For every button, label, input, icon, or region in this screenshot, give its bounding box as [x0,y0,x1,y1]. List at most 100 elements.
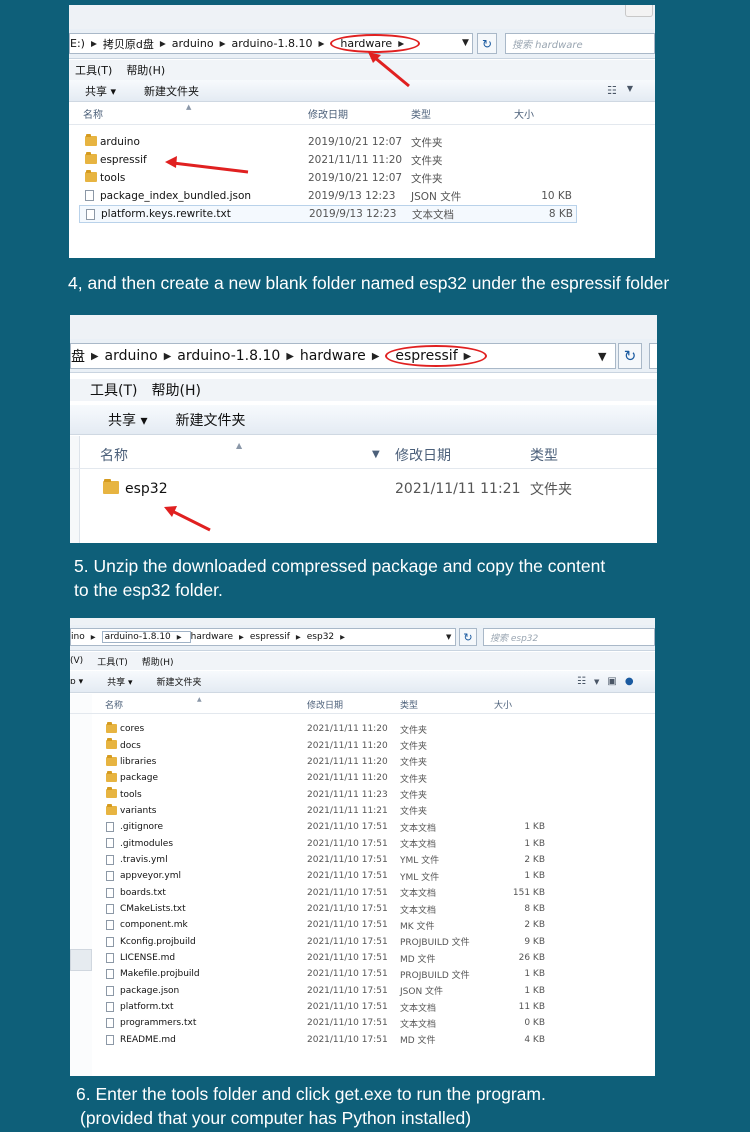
file-icon [106,985,114,996]
breadcrumb-esp32[interactable]: esp32 ▶ [307,632,351,642]
search-input[interactable]: 搜索 esp32 [483,628,655,646]
file-date: 2021/11/10 17:51 [307,904,388,915]
file-date: 2021/11/10 17:51 [307,1034,388,1045]
address-dropdown-icon[interactable]: ▼ [446,633,451,641]
file-icon [106,952,114,963]
list-item[interactable]: .travis.yml 2021/11/10 17:51 YML 文件 2 KB [70,852,655,868]
view-toggle-icon[interactable]: ☷ [577,676,586,687]
file-name: docs [120,740,141,751]
list-item[interactable]: tools 2021/11/11 11:23 文件夹 [70,786,655,802]
list-item[interactable]: Kconfig.projbuild 2021/11/10 17:51 PROJBUI… [70,934,655,950]
list-item[interactable]: programmers.txt 2021/11/10 17:51 文本文档 0 KB [70,1015,655,1031]
file-name: .travis.yml [120,854,168,865]
file-type: 文件夹 [400,725,428,736]
file-type: MK 文件 [400,921,435,932]
organize-button[interactable]: ɒ ▾ [70,677,83,687]
breadcrumb-hardware[interactable]: hardware ▶ [191,632,250,642]
list-item[interactable]: .gitmodules 2021/11/10 17:51 文本文档 1 KB [70,835,655,851]
folder-icon [106,738,117,750]
file-name: Makefile.projbuild [120,969,200,980]
refresh-button[interactable]: ↻ [459,628,477,646]
file-date: 2021/11/10 17:51 [307,854,388,865]
breadcrumb-espressif[interactable]: espressif ▶ [250,632,307,642]
column-name[interactable]: 名称 [105,698,123,711]
address-bar: ino ▶ arduino-1.8.10 ▶ hardware ▶ espressif… [70,625,655,651]
column-header: 名称 ▲ 修改日期 类型 大小 [70,696,655,714]
file-size: 1 KB [524,871,545,882]
file-icon [106,887,114,898]
file-icon [106,936,114,947]
list-item[interactable]: .gitignore 2021/11/10 17:51 文本文档 1 KB [70,819,655,835]
file-date: 2021/11/10 17:51 [307,969,388,980]
caption-step-4: 4, and then create a new blank folder na… [68,273,670,293]
share-button[interactable]: 共享 ▾ [107,675,132,688]
file-date: 2021/11/11 11:20 [307,740,388,751]
file-name: README.md [120,1034,176,1045]
file-type: 文件夹 [400,742,428,753]
list-item[interactable]: platform.txt 2021/11/10 17:51 文本文档 11 KB [70,999,655,1015]
file-date: 2021/11/10 17:51 [307,871,388,882]
breadcrumb-arduino[interactable]: ino ▶ [71,632,102,642]
file-icon [106,920,114,931]
breadcrumb[interactable]: ino ▶ arduino-1.8.10 ▶ hardware ▶ espressif… [70,628,456,646]
breadcrumb-arduino-version[interactable]: arduino-1.8.10 ▶ [101,631,191,643]
list-item[interactable]: LICENSE.md 2021/11/10 17:51 MD 文件 26 KB [70,950,655,966]
list-item[interactable]: variants 2021/11/11 11:21 文件夹 [70,803,655,819]
list-item[interactable]: package 2021/11/11 11:20 文件夹 [70,770,655,786]
file-name: package [120,773,158,784]
file-icon [106,838,114,849]
file-icon [106,822,114,833]
list-item[interactable]: README.md 2021/11/10 17:51 MD 文件 4 KB [70,1032,655,1048]
new-folder-button[interactable]: 新建文件夹 [156,675,201,688]
menu-tools[interactable]: 工具(T) [97,655,128,668]
file-date: 2021/11/11 11:20 [307,756,388,767]
arrow-to-espressif [164,506,211,532]
file-type: 文本文档 [400,823,437,834]
file-type: 文件夹 [400,774,428,785]
file-name: platform.txt [120,1002,174,1013]
menu-help[interactable]: 帮助(H) [142,655,174,668]
file-name: Kconfig.projbuild [120,936,196,947]
preview-pane-icon[interactable]: ▣ [607,676,616,687]
menu-bar: (V) 工具(T) 帮助(H) [70,652,655,670]
list-item[interactable]: package.json 2021/11/10 17:51 JSON 文件 1 KB [70,983,655,999]
view-dropdown-icon[interactable]: ▼ [594,676,599,687]
file-date: 2021/11/11 11:23 [307,789,388,800]
file-date: 2021/11/10 17:51 [307,1018,388,1029]
file-icon [106,1001,114,1012]
column-size[interactable]: 大小 [494,698,512,711]
menu-view[interactable]: (V) [70,656,83,666]
file-icon [106,854,114,865]
file-date: 2021/11/10 17:51 [307,936,388,947]
file-size: 1 KB [524,838,545,849]
file-type: YML 文件 [400,856,440,867]
list-item[interactable]: component.mk 2021/11/10 17:51 MK 文件 2 KB [70,917,655,933]
screenshot-esp32-folder: ino ▶ arduino-1.8.10 ▶ hardware ▶ espressif… [70,618,655,1076]
list-item[interactable]: appveyor.yml 2021/11/10 17:51 YML 文件 1 KB [70,868,655,884]
file-name: libraries [120,756,157,767]
screenshot-hardware-folder: E:) ▶ 拷贝原d盘 ▶ arduino ▶ arduino-1.8.10 ▶ har… [69,5,655,258]
file-type: MD 文件 [400,954,436,965]
list-item[interactable]: cores 2021/11/11 11:20 文件夹 [70,721,655,737]
file-size: 2 KB [524,920,545,931]
list-item[interactable]: Makefile.projbuild 2021/11/10 17:51 PROJBU… [70,966,655,982]
list-item[interactable]: boards.txt 2021/11/10 17:51 文本文档 151 KB [70,885,655,901]
caption-step-6: 6. Enter the tools folder and click get.… [76,1084,546,1129]
column-type[interactable]: 类型 [400,698,418,711]
screenshot-espressif-folder: 盘 ▶ arduino ▶ arduino-1.8.10 ▶ hardware ▶ es… [70,315,657,543]
file-size: 0 KB [524,1018,545,1029]
help-icon[interactable]: ● [625,676,634,687]
file-name: programmers.txt [120,1018,197,1029]
list-item[interactable]: CMakeLists.txt 2021/11/10 17:51 文本文档 8 KB [70,901,655,917]
file-size: 11 KB [518,1002,545,1013]
file-type: 文本文档 [400,905,437,916]
file-size: 4 KB [524,1034,545,1045]
file-name: .gitmodules [120,838,174,849]
folder-icon [106,722,117,733]
file-name: tools [120,789,142,800]
list-item[interactable]: libraries 2021/11/11 11:20 文件夹 [70,754,655,770]
list-item[interactable]: docs 2021/11/11 11:20 文件夹 [70,737,655,753]
file-type: MD 文件 [400,1036,436,1047]
toolbar: ɒ ▾ 共享 ▾ 新建文件夹 [70,671,655,693]
column-date[interactable]: 修改日期 [307,698,343,711]
